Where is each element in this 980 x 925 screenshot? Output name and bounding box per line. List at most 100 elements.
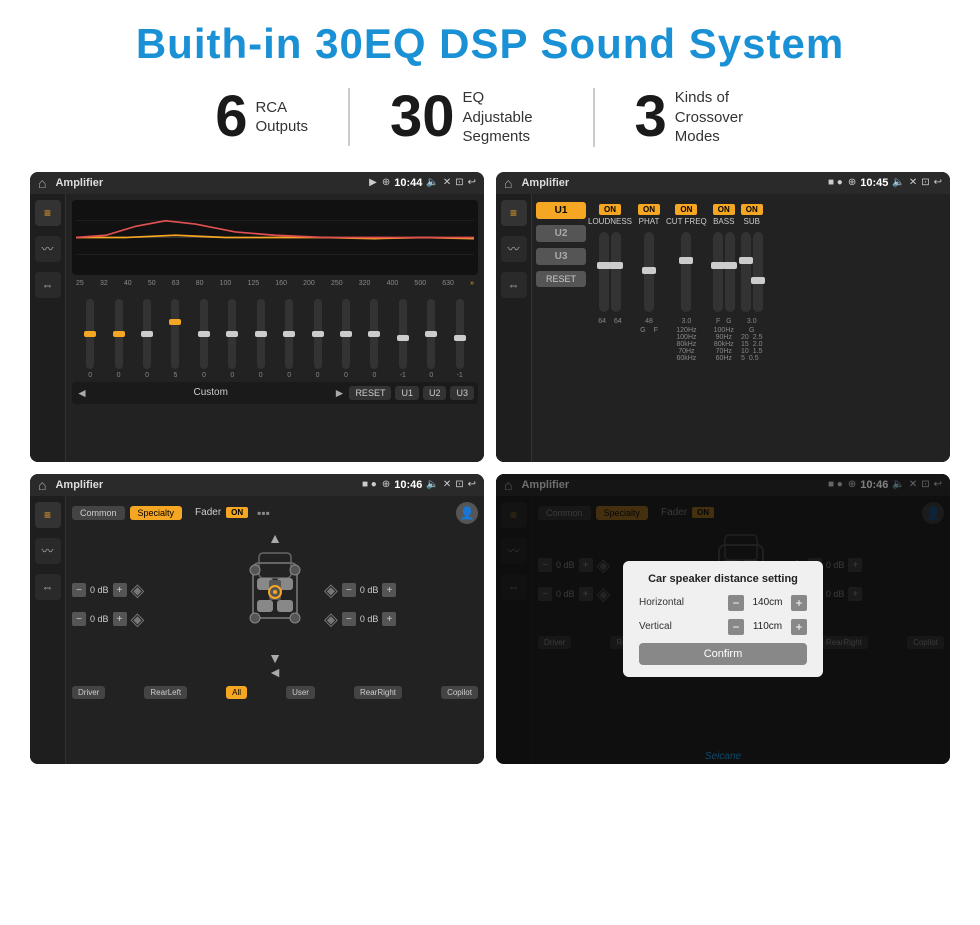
sidebar-arrows-icon-2[interactable]: ⇔ [501, 272, 527, 298]
status-icons-3: ⊕ 10:46 🔈 ✕ ⊡ ↩ [382, 479, 476, 491]
eq-slider-12: 0 [427, 299, 435, 379]
u1-btn[interactable]: U1 [395, 386, 419, 400]
app-title-2: Amplifier [521, 177, 823, 189]
u3-btn[interactable]: U3 [450, 386, 474, 400]
cutfreq-on[interactable]: ON [675, 204, 697, 215]
sidebar-arrows-icon-3[interactable]: ⇔ [35, 574, 61, 600]
reset-btn-eq[interactable]: RESET [349, 386, 391, 400]
horizontal-minus[interactable]: − [728, 595, 744, 611]
sub-vals: G 202.5 152.0 101.5 [741, 327, 763, 362]
common-tab[interactable]: Common [72, 506, 125, 520]
bass-slider-l[interactable] [713, 232, 723, 312]
back-icon-3: ↩ [468, 479, 476, 490]
fader-minus-tl[interactable]: − [72, 583, 86, 597]
cutfreq-slider[interactable] [681, 232, 691, 312]
fader-left: − 0 dB + ◈ − 0 dB + ◈ [72, 580, 226, 630]
sidebar-wave-icon-3[interactable]: 〰 [35, 538, 61, 564]
sidebar-wave-icon-2[interactable]: 〰 [501, 236, 527, 262]
eq-slider-4: 0 [200, 299, 208, 379]
fader-right: ◈ − 0 dB + ◈ − 0 dB + [324, 580, 478, 630]
vertical-plus[interactable]: + [791, 619, 807, 635]
confirm-button[interactable]: Confirm [639, 643, 807, 665]
user-btn[interactable]: User [286, 686, 315, 699]
fader-db-tl: 0 dB [90, 585, 109, 595]
home-icon-1[interactable]: ⌂ [38, 175, 46, 191]
vertical-minus[interactable]: − [728, 619, 744, 635]
home-icon-3[interactable]: ⌂ [38, 477, 46, 493]
eq-slider-1: 0 [115, 299, 123, 379]
user-icon-fader[interactable]: 👤 [456, 502, 478, 524]
fader-plus-tl[interactable]: + [113, 583, 127, 597]
next-arrow[interactable]: ► [334, 386, 346, 400]
eq-main-area: 2532405063 80100125160200 25032040050063… [66, 194, 484, 462]
fader-row-bl: − 0 dB + ◈ [72, 609, 226, 630]
window-icon-2: ⊡ [921, 177, 929, 188]
up-arrow-fader[interactable]: ▲ [268, 530, 282, 546]
u3-amp-btn[interactable]: U3 [536, 248, 586, 265]
copilot-btn[interactable]: Copilot [441, 686, 478, 699]
rearleft-btn[interactable]: RearLeft [144, 686, 187, 699]
bass-on[interactable]: ON [713, 204, 735, 215]
driver-btn[interactable]: Driver [72, 686, 105, 699]
loudness-slider-r[interactable] [611, 232, 621, 312]
stats-row: 6 RCA Outputs 30 EQ Adjustable Segments … [30, 88, 950, 147]
sub-on[interactable]: ON [741, 204, 763, 215]
eq-bottom-bar: ◄ Custom ► RESET U1 U2 U3 [72, 382, 478, 404]
phat-sliders [644, 228, 654, 316]
fader-plus-bl[interactable]: + [113, 612, 127, 626]
fader-minus-br[interactable]: − [342, 612, 356, 626]
bass-freqs: 100Hz 90Hz 80kHz 70Hz 60Hz [714, 327, 734, 362]
speaker-fr-icon: ◈ [324, 580, 338, 601]
horizontal-plus[interactable]: + [791, 595, 807, 611]
rearright-btn[interactable]: RearRight [354, 686, 402, 699]
bass-slider-r[interactable] [725, 232, 735, 312]
dialog-overlay: Car speaker distance setting Horizontal … [496, 474, 950, 764]
fader-plus-br[interactable]: + [382, 612, 396, 626]
stat-number-rca: 6 [215, 88, 247, 146]
screen-eq: ⌂ Amplifier ▶ ⊕ 10:44 🔈 ✕ ⊡ ↩ ≡ 〰 ⇔ [30, 172, 484, 462]
sidebar-eq-icon-3[interactable]: ≡ [35, 502, 61, 528]
eq-slider-3: 5 [171, 299, 179, 379]
sidebar-arrows-icon[interactable]: ⇔ [35, 272, 61, 298]
speaker-rl-icon: ◈ [131, 609, 145, 630]
sidebar-wave-icon[interactable]: 〰 [35, 236, 61, 262]
eq-slider-7: 0 [285, 299, 293, 379]
sub-slider-r[interactable] [753, 232, 763, 312]
phat-on[interactable]: ON [638, 204, 660, 215]
loudness-label: LOUDNESS [588, 217, 632, 226]
u1-amp-btn[interactable]: U1 [536, 202, 586, 219]
u2-amp-btn[interactable]: U2 [536, 225, 586, 242]
prev-arrow[interactable]: ◄ [76, 386, 88, 400]
fader-on-badge[interactable]: ON [226, 507, 248, 518]
home-icon-2[interactable]: ⌂ [504, 175, 512, 191]
gps-icon-1: ⊕ [382, 177, 390, 188]
fader-plus-tr[interactable]: + [382, 583, 396, 597]
left-arrow-fader[interactable]: ◄ [268, 664, 282, 680]
preset-label: Custom [92, 387, 330, 398]
u-buttons: U1 U2 U3 RESET [536, 202, 586, 287]
app-title-1: Amplifier [55, 177, 364, 189]
loudness-on[interactable]: ON [599, 204, 621, 215]
loudness-slider-l[interactable] [599, 232, 609, 312]
back-icon-2: ↩ [934, 177, 942, 188]
vertical-label: Vertical [639, 621, 722, 632]
fader-bottom-btns: Driver RearLeft All User RearRight Copil… [72, 686, 478, 699]
fader-minus-tr[interactable]: − [342, 583, 356, 597]
fader-minus-bl[interactable]: − [72, 612, 86, 626]
eq-sliders: 0 0 0 5 [72, 289, 478, 379]
status-icons-2: ⊕ 10:45 🔈 ✕ ⊡ ↩ [848, 177, 942, 189]
sub-slider-l[interactable] [741, 232, 751, 312]
all-btn[interactable]: All [226, 686, 247, 699]
status-bar-1: ⌂ Amplifier ▶ ⊕ 10:44 🔈 ✕ ⊡ ↩ [30, 172, 484, 194]
eq-slider-13: -1 [456, 299, 464, 379]
reset-amp-btn[interactable]: RESET [536, 271, 586, 287]
specialty-tab[interactable]: Specialty [130, 506, 183, 520]
left-sidebar-3: ≡ 〰 ⇔ [30, 496, 66, 764]
window-icon-1: ⊡ [455, 177, 463, 188]
phat-slider-l[interactable] [644, 232, 654, 312]
sidebar-eq-icon[interactable]: ≡ [35, 200, 61, 226]
sidebar-eq-icon-2[interactable]: ≡ [501, 200, 527, 226]
car-diagram: ▲ [230, 530, 320, 680]
eq-slider-10: 0 [370, 299, 378, 379]
u2-btn[interactable]: U2 [423, 386, 447, 400]
